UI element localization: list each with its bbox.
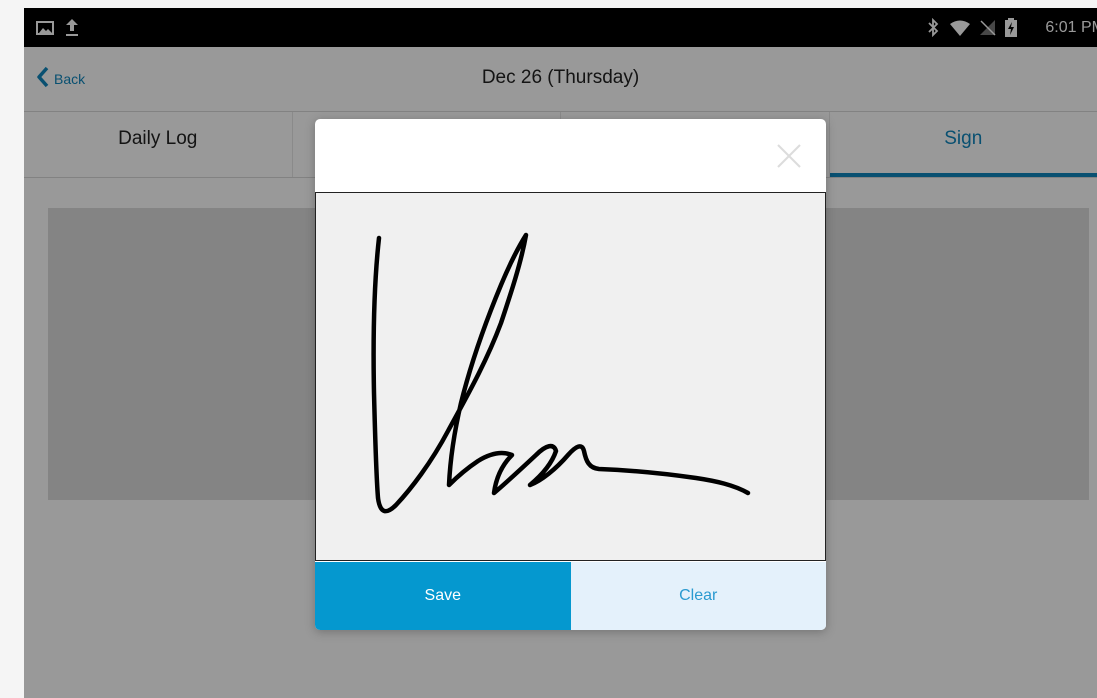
save-button[interactable]: Save [315, 562, 571, 630]
clear-button[interactable]: Clear [570, 562, 826, 630]
modal-footer: Save Clear [315, 562, 826, 630]
app-frame: 6:01 PM Back Dec 26 (Thursday) Daily Log… [24, 8, 1097, 698]
close-icon [774, 144, 804, 175]
signature-pad[interactable] [315, 192, 826, 561]
signature-modal: Save Clear [315, 119, 826, 630]
signature-stroke [371, 232, 751, 514]
close-button[interactable] [774, 141, 804, 171]
modal-header [315, 119, 826, 192]
